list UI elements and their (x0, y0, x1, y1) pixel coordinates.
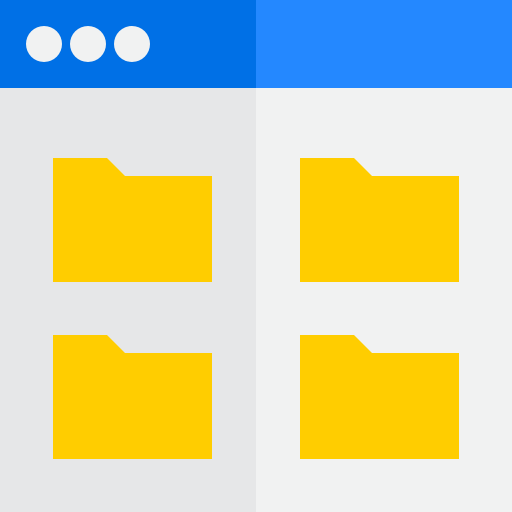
browser-window (0, 0, 512, 512)
folder-icon[interactable] (53, 335, 212, 459)
window-control-dot-2[interactable] (70, 26, 106, 62)
folder-icon[interactable] (300, 335, 459, 459)
folder-icon[interactable] (300, 158, 459, 282)
window-control-dot-1[interactable] (26, 26, 62, 62)
folder-icon[interactable] (53, 158, 212, 282)
window-control-dot-3[interactable] (114, 26, 150, 62)
title-bar (0, 0, 512, 88)
title-bar-left (0, 0, 256, 88)
title-bar-right (256, 0, 512, 88)
